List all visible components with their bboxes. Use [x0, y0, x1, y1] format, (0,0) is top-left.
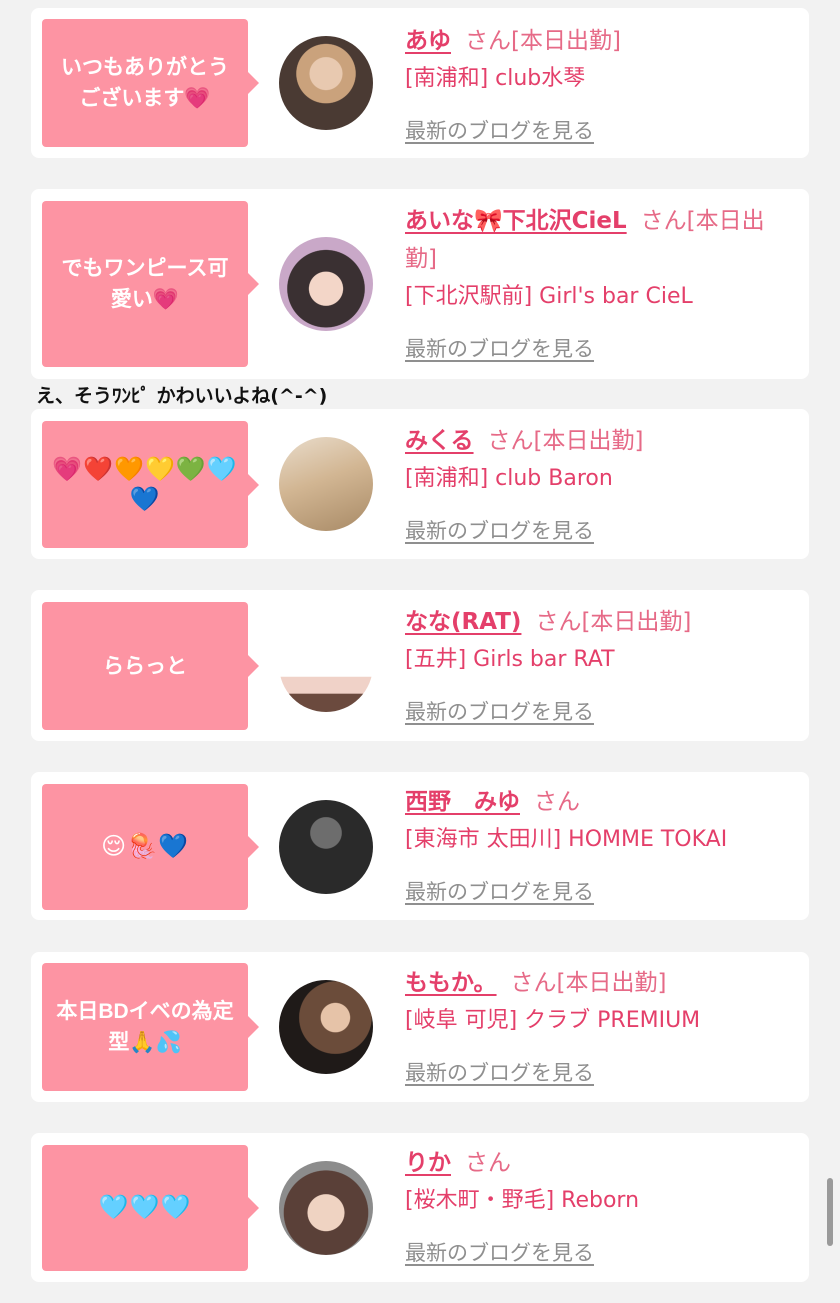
blog-link[interactable]: 最新のブログを見る	[405, 1058, 795, 1088]
cast-name-link[interactable]: あいな🎀下北沢CieL	[405, 208, 627, 234]
avatar[interactable]	[279, 36, 373, 130]
blog-link[interactable]: 最新のブログを見る	[405, 116, 795, 146]
avatar[interactable]	[279, 800, 373, 894]
blog-link[interactable]: 最新のブログを見る	[405, 334, 795, 364]
cast-card: ららっと なな(RAT) さん[本日出勤] [五井] Girls bar RAT …	[31, 590, 809, 741]
cast-status: さん[本日出勤]	[535, 609, 692, 635]
shop-name: [五井] Girls bar RAT	[405, 647, 615, 672]
cast-name-link[interactable]: あゆ	[405, 28, 451, 54]
message-bubble: 😌🪼💙	[42, 784, 259, 910]
avatar[interactable]	[279, 237, 373, 331]
message-bubble: ららっと	[42, 602, 259, 730]
blog-link[interactable]: 最新のブログを見る	[405, 516, 795, 546]
cast-info: あいな🎀下北沢CieL さん[本日出勤] [下北沢駅前] Girl's bar C…	[405, 202, 795, 364]
message-bubble: 🩵🩵🩵	[42, 1145, 259, 1271]
shop-name: [桜木町・野毛] Reborn	[405, 1188, 640, 1213]
message-bubble: 本日BDイベの為定型🙏💦	[42, 963, 259, 1091]
blog-link[interactable]: 最新のブログを見る	[405, 1238, 795, 1268]
cast-card: 本日BDイベの為定型🙏💦 ももか。 さん[本日出勤] [岐阜 可児] クラブ PR…	[31, 952, 809, 1102]
message-bubble: いつもありがとうございます💗	[42, 19, 259, 147]
shop-name: [東海市 太田川] HOMME TOKAI	[405, 827, 728, 852]
cast-info: 西野 みゆ さん [東海市 太田川] HOMME TOKAI 最新のブログを見る	[405, 783, 795, 907]
avatar[interactable]	[279, 980, 373, 1074]
message-text: 💗❤️🧡💛💚🩵💙	[52, 455, 238, 513]
message-text: いつもありがとうございます💗	[61, 56, 229, 110]
shop-name: [南浦和] club Baron	[405, 466, 613, 491]
cast-status: さん[本日出勤]	[487, 428, 644, 454]
message-text: ららっと	[103, 654, 187, 678]
cast-card: 🩵🩵🩵 りか さん [桜木町・野毛] Reborn 最新のブログを見る	[31, 1133, 809, 1282]
cast-info: りか さん [桜木町・野毛] Reborn 最新のブログを見る	[405, 1144, 795, 1268]
cast-card: 💗❤️🧡💛💚🩵💙 みくる さん[本日出勤] [南浦和] club Baron 最新…	[31, 409, 809, 559]
user-comment: え、そうﾜﾝﾋﾟ かわいいよね(^-^)	[36, 385, 328, 407]
avatar[interactable]	[279, 437, 373, 531]
cast-name-link[interactable]: なな(RAT)	[405, 609, 521, 635]
avatar[interactable]	[279, 1161, 373, 1255]
scrollbar[interactable]	[827, 1178, 833, 1246]
message-text: 本日BDイベの為定型🙏💦	[56, 1000, 234, 1054]
cast-info: みくる さん[本日出勤] [南浦和] club Baron 最新のブログを見る	[405, 422, 795, 546]
cast-name-link[interactable]: りか	[405, 1150, 451, 1176]
cast-info: あゆ さん[本日出勤] [南浦和] club水琴 最新のブログを見る	[405, 22, 795, 146]
shop-name: [南浦和] club水琴	[405, 66, 586, 91]
message-bubble: でもワンピース可愛い💗	[42, 201, 259, 367]
blog-link[interactable]: 最新のブログを見る	[405, 877, 795, 907]
cast-status: さん	[534, 789, 580, 815]
cast-name-link[interactable]: 西野 みゆ	[405, 789, 520, 815]
avatar[interactable]	[279, 618, 373, 712]
shop-name: [下北沢駅前] Girl's bar CieL	[405, 284, 693, 309]
cast-info: なな(RAT) さん[本日出勤] [五井] Girls bar RAT 最新のブロ…	[405, 603, 795, 727]
shop-name: [岐阜 可児] クラブ PREMIUM	[405, 1008, 701, 1033]
message-text: 🩵🩵🩵	[98, 1194, 192, 1221]
cast-name-link[interactable]: みくる	[405, 428, 474, 454]
cast-name-link[interactable]: ももか。	[405, 970, 497, 996]
message-bubble: 💗❤️🧡💛💚🩵💙	[42, 421, 259, 548]
cast-card: いつもありがとうございます💗 あゆ さん[本日出勤] [南浦和] club水琴 最…	[31, 8, 809, 158]
cast-card: 😌🪼💙 西野 みゆ さん [東海市 太田川] HOMME TOKAI 最新のブログ…	[31, 772, 809, 920]
cast-status: さん	[465, 1150, 511, 1176]
cast-status: さん[本日出勤]	[510, 970, 667, 996]
message-text: でもワンピース可愛い💗	[61, 257, 229, 311]
cast-card: でもワンピース可愛い💗 あいな🎀下北沢CieL さん[本日出勤] [下北沢駅前] …	[31, 189, 809, 379]
blog-link[interactable]: 最新のブログを見る	[405, 697, 795, 727]
cast-status: さん[本日出勤]	[465, 28, 621, 54]
cast-info: ももか。 さん[本日出勤] [岐阜 可児] クラブ PREMIUM 最新のブログを…	[405, 964, 795, 1088]
message-text: 😌🪼💙	[101, 833, 189, 860]
